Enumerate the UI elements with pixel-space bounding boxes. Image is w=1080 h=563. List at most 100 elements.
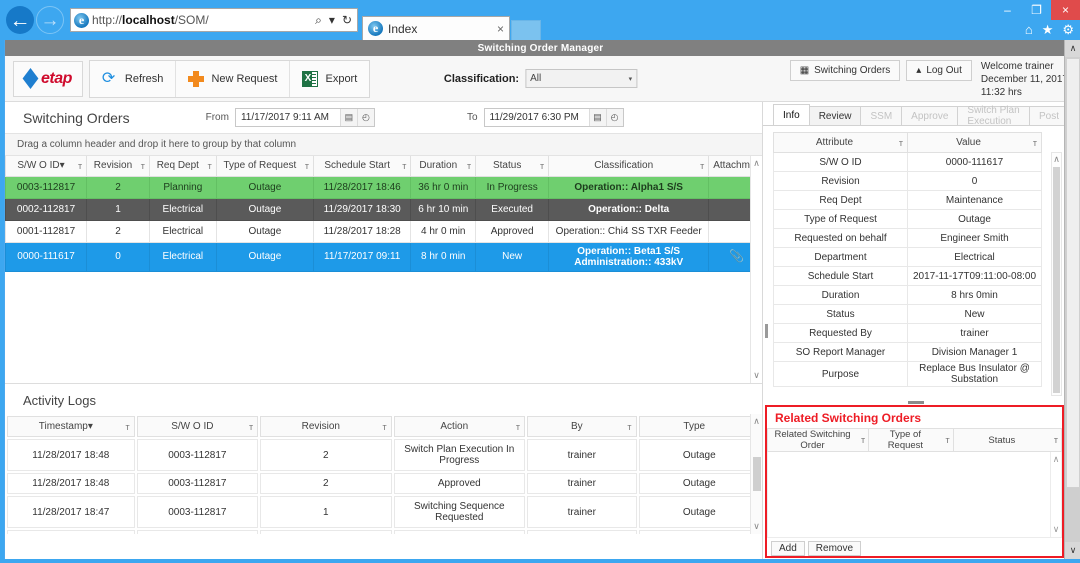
filter-icon[interactable]: ᴛ (467, 161, 471, 171)
back-button[interactable]: ← (6, 6, 34, 34)
home-icon[interactable]: ⌂ (1025, 22, 1033, 38)
cell-classification: Operation:: Chi4 SS TXR Feeder (548, 219, 710, 243)
scroll-up-icon[interactable]: ∧ (1053, 154, 1060, 165)
etap-logo: etap (13, 60, 83, 97)
grid-vertical-scrollbar[interactable]: ∧ ∨ (750, 156, 762, 383)
remove-button[interactable]: Remove (807, 541, 862, 556)
col-header-attribute[interactable]: Attribute ᴛ (773, 132, 908, 153)
filter-icon[interactable]: ᴛ (1054, 435, 1058, 445)
tab-review[interactable]: Review (808, 106, 862, 125)
add-button[interactable]: Add (771, 541, 805, 556)
scrollbar-thumb[interactable] (752, 457, 761, 491)
new-tab-button[interactable] (511, 20, 541, 40)
col-header-classification[interactable]: Classification ᴛ (548, 156, 710, 177)
table-row[interactable]: 0000-111617 0 Electrical Outage 11/17/20… (5, 241, 762, 272)
col-header-type-of-request[interactable]: Type of Request ᴛ (868, 428, 954, 452)
scroll-up-icon[interactable]: ∧ (1065, 40, 1080, 57)
search-icon[interactable]: ⌕ (313, 13, 324, 28)
address-bar[interactable]: http://localhost/SOM/ ⌕ ▾ ↻ (70, 8, 358, 32)
col-header-revision[interactable]: Revision ᴛ (260, 416, 392, 437)
table-row[interactable]: 11/28/2017 18:48 0003-112817 2 Approved … (7, 473, 760, 494)
col-header-req-dept[interactable]: Req Dept ᴛ (148, 156, 217, 177)
logs-vertical-scrollbar[interactable]: ∧ ∨ (750, 414, 762, 534)
export-button[interactable]: Export (290, 61, 369, 97)
table-row[interactable]: 11/28/2017 18:48 0003-112817 2 Switch Pl… (7, 439, 760, 471)
close-icon[interactable]: × (497, 22, 504, 36)
table-row[interactable]: 0003-112817 2 Planning Outage 11/28/2017… (5, 175, 762, 199)
filter-icon[interactable]: ᴛ (899, 138, 903, 148)
chevron-down-icon[interactable]: ▾ (327, 13, 337, 27)
logout-button[interactable]: ▴ Log Out (906, 60, 972, 81)
new-request-button[interactable]: New Request (176, 60, 291, 97)
from-date-input[interactable]: 11/17/2017 9:11 AM ▤ ◴ (234, 108, 375, 127)
filter-icon[interactable]: ᴛ (700, 161, 704, 171)
filter-icon[interactable]: ᴛ (516, 422, 520, 432)
page-vertical-scrollbar[interactable]: ∧ ∨ (1064, 40, 1080, 559)
scroll-up-icon[interactable]: ∧ (1053, 454, 1060, 465)
calendar-icon[interactable]: ▤ (588, 109, 606, 126)
refresh-button[interactable]: ⟳ Refresh (90, 60, 177, 97)
table-row[interactable]: 11/28/2017 18:47 0003-112817 1 Switching… (7, 496, 760, 528)
col-header-schedule-start[interactable]: Schedule Start ᴛ (313, 156, 412, 177)
clock-icon[interactable]: ◴ (356, 109, 374, 126)
scroll-down-icon[interactable]: ∨ (1053, 524, 1060, 535)
favorites-star-icon[interactable]: ★ (1042, 22, 1054, 38)
refresh-icon[interactable]: ↻ (340, 13, 354, 27)
filter-icon[interactable]: ᴛ (305, 161, 309, 171)
col-header-value[interactable]: Value ᴛ (907, 132, 1042, 153)
info-vertical-scrollbar[interactable]: ∧ (1051, 152, 1062, 396)
filter-icon[interactable]: ᴛ (208, 161, 212, 171)
table-row[interactable]: 0002-112817 1 Electrical Outage 11/29/20… (5, 197, 762, 221)
attachment-paperclip-icon[interactable]: 📎 (729, 250, 744, 262)
clock-icon[interactable]: ◴ (605, 109, 623, 126)
scrollbar-thumb[interactable] (1066, 58, 1080, 488)
filter-icon[interactable]: ᴛ (946, 435, 950, 445)
table-row[interactable]: 11/28/2017 18:46 0003-112817 0 Created t… (7, 530, 760, 534)
switching-orders-button[interactable]: ▦ Switching Orders (789, 60, 901, 81)
col-header-swo-id[interactable]: S/W O ID▾ ᴛ (5, 156, 88, 177)
scrollbar-thumb[interactable] (1053, 167, 1060, 393)
filter-icon[interactable]: ᴛ (1033, 138, 1037, 148)
maximize-button[interactable]: ❐ (1022, 0, 1051, 20)
scroll-down-icon[interactable]: ∨ (1065, 542, 1080, 559)
filter-icon[interactable]: ᴛ (126, 422, 130, 432)
filter-icon[interactable]: ᴛ (249, 422, 253, 432)
scroll-down-icon[interactable]: ∨ (753, 521, 760, 532)
filter-icon[interactable]: ᴛ (78, 161, 82, 171)
col-header-timestamp[interactable]: Timestamp▾ ᴛ (7, 416, 135, 437)
col-header-status[interactable]: Status ᴛ (475, 156, 550, 177)
scroll-up-icon[interactable]: ∧ (753, 416, 760, 427)
classification-select[interactable]: All ▾ (525, 69, 638, 88)
tab-info[interactable]: Info (773, 104, 810, 125)
col-header-type-of-request[interactable]: Type of Request ᴛ (215, 156, 315, 177)
col-header-type[interactable]: Typeᴛ (638, 416, 760, 437)
to-date-input[interactable]: 11/29/2017 6:30 PM ▤ ◴ (483, 108, 624, 127)
col-header-action[interactable]: Action ᴛ (393, 416, 526, 437)
scroll-down-icon[interactable]: ∨ (753, 370, 760, 381)
settings-gear-icon[interactable]: ⚙ (1062, 22, 1074, 38)
filter-icon[interactable]: ᴛ (540, 161, 544, 171)
cell-attribute: Duration (773, 285, 908, 305)
minimize-button[interactable]: – (993, 0, 1022, 20)
window-close-button[interactable]: × (1051, 0, 1080, 20)
col-header-revision[interactable]: Revision ᴛ (86, 156, 150, 177)
table-row[interactable]: 0001-112817 2 Electrical Outage 11/28/20… (5, 219, 762, 243)
browser-tab-index[interactable]: Index × (362, 16, 510, 40)
filter-icon[interactable]: ᴛ (402, 161, 406, 171)
group-drop-area[interactable]: Drag a column header and drop it here to… (5, 133, 762, 156)
logout-icon: ▴ (916, 65, 922, 76)
cell-value: Maintenance (907, 190, 1042, 210)
filter-icon[interactable]: ᴛ (141, 161, 145, 171)
forward-button[interactable]: → (36, 6, 64, 34)
related-vertical-scrollbar[interactable]: ∧ ∨ (1050, 452, 1061, 537)
col-header-swo-id[interactable]: S/W O ID ᴛ (136, 416, 259, 437)
filter-icon[interactable]: ᴛ (627, 422, 631, 432)
filter-icon[interactable]: ᴛ (861, 435, 865, 445)
col-header-duration[interactable]: Duration ᴛ (410, 156, 477, 177)
scroll-up-icon[interactable]: ∧ (753, 158, 760, 169)
filter-icon[interactable]: ᴛ (382, 422, 386, 432)
col-header-status[interactable]: Status ᴛ (952, 428, 1062, 452)
col-header-by[interactable]: By ᴛ (527, 416, 637, 437)
col-header-related-switching-order[interactable]: Related Switching Order ᴛ (767, 428, 870, 452)
calendar-icon[interactable]: ▤ (339, 109, 357, 126)
